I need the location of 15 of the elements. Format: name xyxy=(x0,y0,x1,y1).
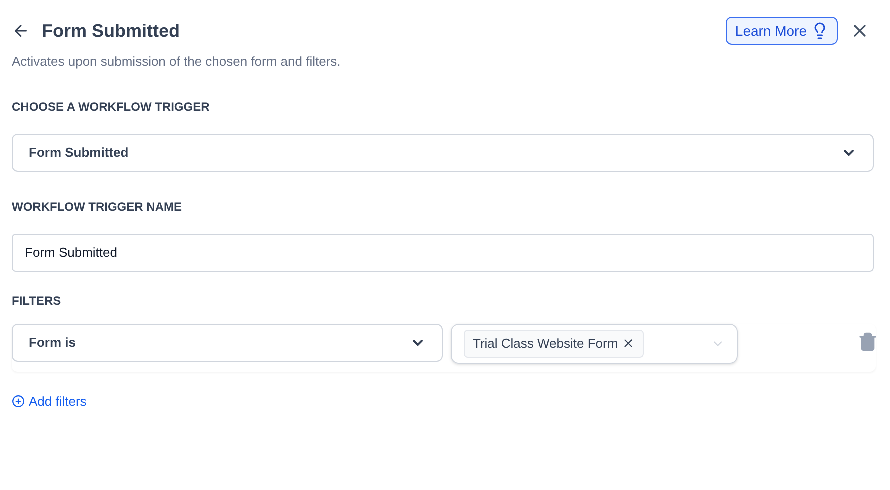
trigger-dropdown[interactable]: Form Submitted xyxy=(12,134,874,172)
remove-icon[interactable] xyxy=(622,337,636,350)
section-label: CHOOSE A WORKFLOW TRIGGER xyxy=(12,98,211,116)
description: Activates upon submission of the chosen form and filters. xyxy=(12,53,342,71)
plus-circle-icon xyxy=(12,394,25,408)
page-title: Form Submitted xyxy=(42,20,180,42)
learn-more-button[interactable]: Learn More xyxy=(726,17,838,45)
trash-icon[interactable] xyxy=(858,332,878,352)
selected-tag: Trial Class Website Form xyxy=(464,330,644,358)
trigger-name-field[interactable]: Form Submitted xyxy=(12,234,874,272)
section-label: WORKFLOW TRIGGER NAME xyxy=(12,198,183,216)
section-label: FILTERS xyxy=(12,292,62,310)
filter-field-dropdown[interactable]: Form is xyxy=(12,324,443,362)
filter-value-select[interactable]: Trial Class Website Form xyxy=(451,324,738,364)
add-filters-link[interactable]: Add filters xyxy=(12,392,87,411)
